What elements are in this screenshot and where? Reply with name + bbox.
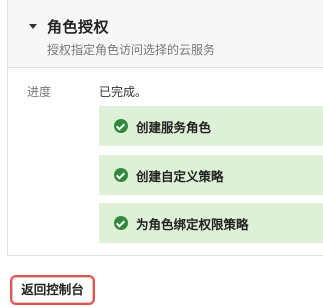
step-create-custom-policy: 创建自定义策略 bbox=[99, 155, 323, 195]
check-circle-icon bbox=[114, 119, 128, 133]
step-label: 为角色绑定权限策略 bbox=[136, 216, 249, 232]
panel-title: 角色授权 bbox=[47, 18, 110, 36]
progress-label: 进度 bbox=[27, 85, 52, 99]
step-bind-permission-policy: 为角色绑定权限策略 bbox=[99, 203, 323, 243]
step-label: 创建自定义策略 bbox=[136, 168, 224, 184]
check-circle-icon bbox=[114, 216, 128, 230]
step-create-service-role: 创建服务角色 bbox=[99, 106, 323, 146]
step-label: 创建服务角色 bbox=[136, 119, 212, 135]
caret-down-icon[interactable] bbox=[29, 24, 37, 29]
check-circle-icon bbox=[114, 168, 128, 182]
back-to-console-button[interactable]: 返回控制台 bbox=[10, 275, 95, 305]
progress-status: 已完成。 bbox=[99, 85, 148, 99]
panel-header[interactable]: 角色授权 授权指定角色访问选择的云服务 bbox=[8, 0, 323, 68]
panel-subtitle: 授权指定角色访问选择的云服务 bbox=[47, 43, 216, 57]
role-authorization-panel: 角色授权 授权指定角色访问选择的云服务 进度 已完成。 创建服务角色 创建自定义… bbox=[7, 0, 323, 256]
